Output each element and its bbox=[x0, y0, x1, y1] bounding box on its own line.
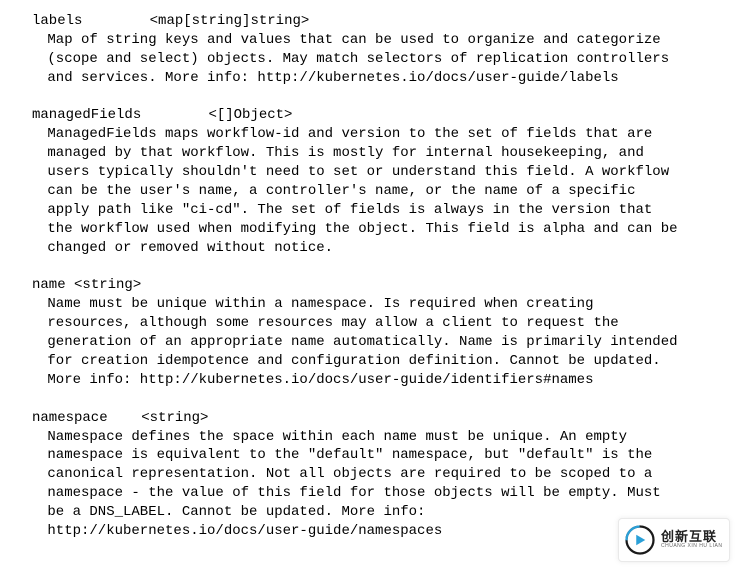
field-description: Name must be unique within a namespace. … bbox=[32, 295, 732, 389]
field-description: Map of string keys and values that can b… bbox=[32, 31, 732, 88]
field-type: <map[string]string> bbox=[150, 13, 310, 29]
field-name: labels bbox=[32, 13, 82, 29]
field-header: labels <map[string]string> bbox=[32, 12, 732, 31]
field-block-managedFields: managedFields <[]Object> ManagedFields m… bbox=[32, 106, 732, 257]
field-header: managedFields <[]Object> bbox=[32, 106, 732, 125]
field-type: <string> bbox=[74, 277, 141, 293]
watermark-sub: CHUANG XIN HU LIAN bbox=[661, 544, 723, 549]
field-block-labels: labels <map[string]string> Map of string… bbox=[32, 12, 732, 88]
field-name: namespace bbox=[32, 410, 108, 426]
field-block-name: name <string> Name must be unique within… bbox=[32, 276, 732, 389]
watermark-badge: 创新互联 CHUANG XIN HU LIAN bbox=[618, 518, 730, 562]
field-header: name <string> bbox=[32, 276, 732, 295]
watermark-text: 创新互联 CHUANG XIN HU LIAN bbox=[661, 530, 723, 549]
field-name: managedFields bbox=[32, 107, 141, 123]
field-name: name bbox=[32, 277, 66, 293]
watermark-main: 创新互联 bbox=[661, 530, 723, 544]
field-type: <[]Object> bbox=[208, 107, 292, 123]
field-header: namespace <string> bbox=[32, 409, 732, 428]
field-type: <string> bbox=[141, 410, 208, 426]
api-doc-content: labels <map[string]string> Map of string… bbox=[32, 12, 732, 541]
field-description: ManagedFields maps workflow-id and versi… bbox=[32, 125, 732, 257]
logo-icon bbox=[625, 525, 655, 555]
